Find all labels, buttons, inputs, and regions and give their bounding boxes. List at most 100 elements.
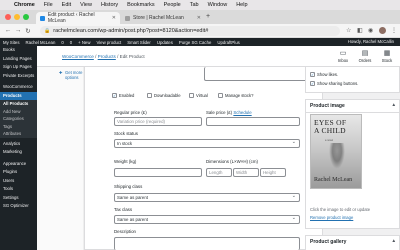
extension-icon[interactable]: ◧ (357, 27, 363, 34)
menu-file[interactable]: File (44, 2, 53, 8)
admin-my-sites[interactable]: My Sites (3, 40, 19, 45)
admin-updates-count[interactable]: 0 (61, 40, 63, 45)
admin-howdy[interactable]: Howdy, Rachel McCallin (348, 39, 394, 44)
orders-button[interactable]: ▤ Orders (355, 49, 375, 63)
virtual-checkbox[interactable]: Virtual (189, 93, 208, 98)
sidebar-sub-attributes[interactable]: Attributes (0, 130, 37, 138)
admin-comments-count[interactable]: 0 (70, 40, 72, 45)
width-input[interactable]: Width (233, 168, 259, 177)
menu-people[interactable]: People (164, 2, 181, 8)
book-title: EYES OF A CHILD (314, 119, 346, 135)
extension-icon[interactable]: ◉ (368, 27, 373, 34)
menu-tab[interactable]: Tab (190, 2, 199, 8)
back-icon[interactable]: ← (3, 27, 13, 34)
menu-kebab-icon[interactable]: ⋮ (391, 27, 397, 34)
admin-updates[interactable]: Updates (157, 40, 173, 45)
product-image-title: Product image ▴ (306, 100, 399, 113)
height-input[interactable]: Height (260, 168, 286, 177)
breadcrumb-separator: / (117, 54, 119, 59)
sidebar-item-landing-pages[interactable]: Landing Pages (0, 55, 37, 64)
dimensions-label: Dimensions (L×W×H) (cm) (206, 159, 258, 164)
sidebar-sub-all-products[interactable]: All Products (0, 100, 37, 108)
tax-class-select[interactable]: Same as parent (114, 215, 300, 224)
admin-site-name[interactable]: Rachel McLean (25, 40, 55, 45)
tab-store[interactable]: Store | Rachel McLean ✕ (121, 12, 205, 24)
downloadable-checkbox[interactable]: Downloadable (147, 93, 181, 98)
sidebar-item-sg-optimizer[interactable]: SG Optimizer (0, 202, 37, 211)
new-tab-icon[interactable]: + (206, 13, 210, 20)
product-image-thumbnail[interactable]: EYES OF A CHILD a novel Rachel McLean (310, 114, 362, 189)
description-textarea[interactable] (114, 237, 300, 250)
breadcrumb-woocommerce[interactable]: WooCommerce (62, 54, 94, 59)
menu-help[interactable]: Help (236, 2, 247, 8)
breadcrumb-products[interactable]: Products (98, 54, 116, 59)
admin-smart-slider[interactable]: Smart Slider (127, 40, 151, 45)
address-bar[interactable]: 🔒 rachelmclean.com/wp-admin/post.php?pos… (40, 26, 340, 36)
enabled-label: Enabled (119, 93, 135, 98)
minimize-window-icon[interactable] (14, 14, 20, 20)
admin-view-product[interactable]: View product (96, 40, 121, 45)
reload-icon[interactable]: ↻ (23, 27, 33, 35)
menu-history[interactable]: History (101, 2, 118, 8)
sidebar-item-analytics[interactable]: Analytics (0, 140, 37, 149)
woocommerce-header: WooCommerce / Products / Edit Product ▭ … (37, 46, 400, 67)
collapse-icon[interactable]: ▴ (392, 238, 395, 244)
collapse-icon[interactable]: ▴ (392, 102, 395, 108)
sidebar-item-settings[interactable]: Settings (0, 194, 37, 203)
sale-price-input[interactable] (206, 117, 300, 126)
sidebar-sub-tags[interactable]: Tags (0, 122, 37, 130)
sidebar-item-tools[interactable]: Tools (0, 185, 37, 194)
show-sharing-checkbox[interactable]: ✓ Show sharing buttons. (310, 81, 358, 86)
enabled-checkbox[interactable]: ✓ Enabled (112, 93, 134, 98)
tab-title: Edit product ‹ Rachel McLean (47, 12, 95, 24)
admin-updraftplus[interactable]: UpdraftPlus (217, 40, 239, 45)
menu-view[interactable]: View (80, 2, 92, 8)
sidebar-item-books[interactable]: Books (0, 46, 37, 55)
sale-price-label-text: Sale price (£) (206, 110, 233, 115)
tab-get-more-options[interactable]: ✚ Get more options (37, 67, 83, 80)
menu-chrome[interactable]: Chrome (14, 2, 35, 8)
check-icon: ✓ (112, 93, 117, 98)
book-subtitle: a novel (325, 139, 334, 142)
admin-new[interactable]: + New (78, 40, 90, 45)
lock-icon: 🔒 (44, 28, 51, 34)
menu-bookmarks[interactable]: Bookmarks (127, 2, 155, 8)
close-window-icon[interactable] (5, 14, 11, 20)
sale-price-label: Sale price (£) Schedule (206, 110, 252, 115)
stock-button[interactable]: ▦ Stock (377, 49, 397, 63)
zoom-window-icon[interactable] (23, 14, 29, 20)
menu-window[interactable]: Window (208, 2, 228, 8)
close-tab-icon[interactable]: ✕ (112, 15, 116, 21)
manage-stock-checkbox[interactable]: Manage stock? (218, 93, 253, 98)
image-hint: Click the image to edit or update (310, 207, 371, 212)
sidebar-item-private-excerpts[interactable]: Private Excerpts (0, 72, 37, 81)
close-tab-icon[interactable]: ✕ (197, 15, 201, 21)
admin-purge-cache[interactable]: Purge SG Cache (179, 40, 211, 45)
schedule-link[interactable]: Schedule (233, 110, 251, 115)
sidebar-item-sign-up-pages[interactable]: Sign Up Pages (0, 63, 37, 72)
menu-edit[interactable]: Edit (62, 2, 71, 8)
length-input[interactable]: Length (206, 168, 232, 177)
sidebar-item-products[interactable]: Products (0, 91, 37, 100)
profile-avatar[interactable] (379, 27, 386, 34)
book-cover-figure (329, 143, 345, 169)
regular-price-input[interactable]: Variation price (required) (114, 117, 202, 126)
sidebar-sub-add-new[interactable]: Add New (0, 107, 37, 115)
weight-input[interactable] (114, 168, 202, 177)
remove-product-image-link[interactable]: Remove product image (310, 215, 353, 220)
star-icon[interactable]: ☆ (346, 27, 351, 34)
sidebar-item-users[interactable]: Users (0, 177, 37, 186)
sidebar-item-woocommerce[interactable]: WooCommerce (0, 83, 37, 92)
inbox-icon: ▭ (339, 50, 347, 57)
sidebar-sub-categories[interactable]: Categories (0, 115, 37, 123)
shipping-class-select[interactable]: Same as parent (114, 193, 300, 202)
sidebar-item-appearance[interactable]: Appearance (0, 160, 37, 169)
sidebar-item-marketing[interactable]: Marketing (0, 148, 37, 157)
forward-icon[interactable]: → (13, 27, 23, 34)
tab-edit-product[interactable]: Edit product ‹ Rachel McLean ✕ (36, 12, 120, 24)
show-likes-checkbox[interactable]: ✓ Show likes. (310, 72, 338, 77)
inbox-button[interactable]: ▭ Inbox (333, 49, 353, 63)
sku-input[interactable] (204, 67, 314, 81)
sidebar-item-plugins[interactable]: Plugins (0, 168, 37, 177)
stock-status-select[interactable]: In stock (114, 139, 300, 148)
